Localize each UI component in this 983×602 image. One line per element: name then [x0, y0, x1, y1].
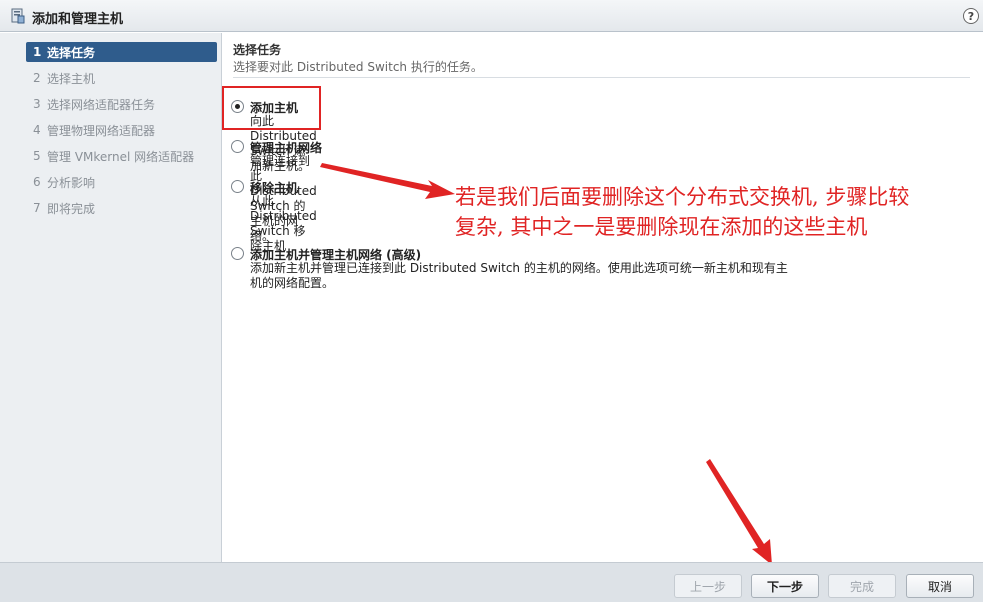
option-description: 添加新主机并管理已连接到此 Distributed Switch 的主机的网络。… — [250, 261, 788, 291]
window-title: 添加和管理主机 — [32, 12, 124, 27]
wizard-steps-sidebar: 1 选择任务 2 选择主机 3 选择网络适配器任务 4 管理物理网络适配器 5 … — [0, 33, 222, 562]
step-item-manage-physical-adapters: 4 管理物理网络适配器 — [26, 120, 217, 140]
step-item-select-adapter-tasks: 3 选择网络适配器任务 — [26, 94, 217, 114]
back-button[interactable]: 上一步 — [674, 574, 742, 598]
finish-button[interactable]: 完成 — [828, 574, 896, 598]
step-item-manage-vmkernel-adapters: 5 管理 VMkernel 网络适配器 — [26, 146, 217, 166]
step-label: 即将完成 — [47, 201, 96, 216]
step-item-select-hosts: 2 选择主机 — [26, 68, 217, 88]
step-item-analyze-impact: 6 分析影响 — [26, 172, 217, 192]
step-item-select-task[interactable]: 1 选择任务 — [26, 42, 217, 62]
step-label: 管理物理网络适配器 — [47, 123, 156, 138]
wizard-app-icon — [11, 8, 25, 24]
step-number: 6 — [33, 175, 41, 189]
annotation-line: 复杂, 其中之一是要删除现在添加的这些主机 — [455, 215, 868, 239]
step-number: 5 — [33, 149, 41, 163]
wizard-main-panel: 选择任务 选择要对此 Distributed Switch 执行的任务。 添加主… — [223, 33, 983, 562]
step-number: 4 — [33, 123, 41, 137]
next-button[interactable]: 下一步 — [751, 574, 819, 598]
option-description-line: 机的网络配置。 — [250, 276, 335, 290]
wizard-footer: 上一步 下一步 完成 取消 — [0, 562, 983, 602]
step-number: 7 — [33, 201, 41, 215]
page-title: 选择任务 — [233, 43, 282, 57]
annotation-highlight-box — [222, 86, 321, 130]
radio-manage-host-networking[interactable] — [231, 140, 244, 153]
annotation-text: 若是我们后面要删除这个分布式交换机, 步骤比较 复杂, 其中之一是要删除现在添加… — [455, 182, 975, 242]
radio-add-and-manage-hosts[interactable] — [231, 247, 244, 260]
step-number: 1 — [33, 45, 42, 59]
step-item-ready-to-complete: 7 即将完成 — [26, 198, 217, 218]
step-number: 2 — [33, 71, 41, 85]
step-label: 选择任务 — [47, 45, 96, 60]
step-number: 3 — [33, 97, 41, 111]
option-description-line: 添加新主机并管理已连接到此 Distributed Switch 的主机的网络。… — [250, 261, 788, 275]
step-label: 选择主机 — [47, 71, 96, 86]
header-divider — [233, 77, 970, 78]
step-label: 分析影响 — [47, 175, 96, 190]
help-button[interactable]: ? — [963, 8, 979, 24]
radio-remove-hosts[interactable] — [231, 180, 244, 193]
window-titlebar: 添加和管理主机 ? — [0, 0, 983, 32]
annotation-line: 若是我们后面要删除这个分布式交换机, 步骤比较 — [455, 185, 910, 209]
option-description: 从此 Distributed Switch 移除主机 — [250, 194, 317, 253]
step-label: 管理 VMkernel 网络适配器 — [47, 149, 195, 164]
help-icon: ? — [967, 9, 975, 23]
step-label: 选择网络适配器任务 — [47, 97, 156, 112]
page-subtitle: 选择要对此 Distributed Switch 执行的任务。 — [233, 60, 483, 74]
cancel-button[interactable]: 取消 — [906, 574, 974, 598]
